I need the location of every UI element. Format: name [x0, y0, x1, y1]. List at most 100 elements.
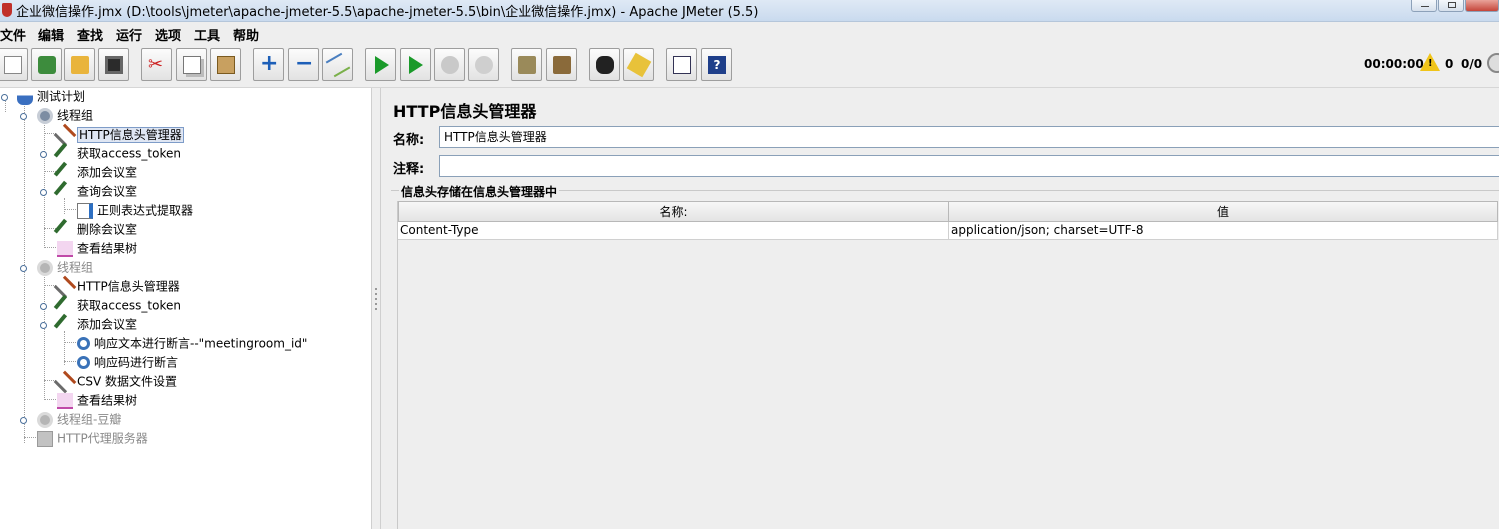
save-button[interactable] — [98, 48, 129, 81]
paste-button[interactable] — [210, 48, 241, 81]
clear-icon — [518, 56, 536, 74]
minimize-icon — [1421, 6, 1429, 7]
jmeter-app-icon — [2, 3, 12, 17]
test-plan-tree: 测试计划 线程组 HTTP信息头管理器 获取access_token 添加会议室… — [0, 88, 371, 529]
menu-file[interactable]: 文件 — [0, 25, 26, 44]
maximize-icon — [1448, 2, 1456, 8]
collapse-icon: − — [295, 51, 314, 76]
new-button[interactable] — [0, 48, 28, 81]
assertion-icon — [77, 356, 90, 369]
tree-toggle[interactable] — [20, 265, 27, 272]
tree-node-thread-group-douban[interactable]: 线程组-豆瓣 — [37, 410, 121, 428]
table-cell-value[interactable]: application/json; charset=UTF-8 — [949, 222, 1498, 240]
menu-bar: 文件 编辑 查找 运行 选项 工具 帮助 — [0, 22, 1499, 44]
menu-search[interactable]: 查找 — [77, 25, 103, 44]
function-helper-icon — [673, 56, 691, 74]
menu-edit[interactable]: 编辑 — [38, 25, 64, 44]
open-button[interactable] — [64, 48, 95, 81]
function-helper-button[interactable] — [666, 48, 697, 81]
expand-all-button[interactable]: + — [253, 48, 284, 81]
stop-button[interactable] — [434, 48, 465, 81]
tree-node-query-meeting-room[interactable]: 查询会议室 — [53, 180, 137, 203]
config-tool-icon — [53, 123, 77, 146]
listener-icon — [57, 240, 73, 257]
tree-toggle[interactable] — [40, 322, 47, 329]
toggle-icon — [325, 52, 351, 78]
tree-toggle[interactable] — [40, 189, 47, 196]
tree-node-http-header-manager-2[interactable]: HTTP信息头管理器 — [53, 275, 180, 298]
comment-label: 注释: — [393, 162, 425, 177]
cut-button[interactable]: ✂ — [141, 48, 172, 81]
tree-node-response-text-assertion[interactable]: 响应文本进行断言--"meetingroom_id" — [77, 334, 307, 352]
menu-help[interactable]: 帮助 — [233, 25, 259, 44]
templates-icon — [38, 56, 56, 74]
collapse-all-button[interactable]: − — [288, 48, 319, 81]
start-icon — [375, 56, 389, 74]
clear-button[interactable] — [511, 48, 542, 81]
split-pane-divider[interactable] — [371, 88, 381, 529]
sampler-icon — [53, 313, 77, 336]
window-title-bar: 企业微信操作.jmx (D:\tools\jmeter\apache-jmete… — [0, 0, 1499, 22]
tree-node-thread-group-1[interactable]: 线程组 — [37, 106, 93, 124]
sampler-icon — [53, 218, 77, 241]
clear-all-icon — [553, 56, 571, 74]
config-tool-icon — [53, 275, 77, 298]
new-icon — [4, 56, 22, 74]
tree-toggle[interactable] — [20, 113, 27, 120]
copy-button[interactable] — [176, 48, 207, 81]
toolbar: ✂ + − ? 00:00:00 ! 0 0/0 — [0, 44, 1499, 88]
reset-search-button[interactable] — [623, 48, 654, 81]
tree-node-thread-group-2[interactable]: 线程组 — [37, 258, 93, 276]
name-field[interactable]: HTTP信息头管理器 — [439, 126, 1499, 148]
close-button[interactable] — [1465, 0, 1499, 12]
thread-group-icon — [37, 259, 53, 276]
paste-icon — [217, 56, 235, 74]
minimize-button[interactable] — [1411, 0, 1437, 12]
toggle-button[interactable] — [322, 48, 353, 81]
tree-node-http-header-manager-1[interactable]: HTTP信息头管理器 — [53, 123, 184, 146]
tree-node-response-code-assertion[interactable]: 响应码进行断言 — [77, 353, 178, 371]
column-header-name[interactable]: 名称: — [398, 201, 949, 222]
tree-node-add-meeting-room-1[interactable]: 添加会议室 — [53, 161, 137, 184]
tree-node-http-proxy-server[interactable]: HTTP代理服务器 — [37, 429, 148, 447]
assertion-icon — [77, 337, 90, 350]
menu-run[interactable]: 运行 — [116, 25, 142, 44]
tree-node-delete-meeting-room[interactable]: 删除会议室 — [53, 218, 137, 241]
column-header-value[interactable]: 值 — [948, 201, 1498, 222]
config-tool-icon — [53, 370, 77, 393]
expand-icon: + — [260, 51, 279, 76]
menu-options[interactable]: 选项 — [155, 25, 181, 44]
shutdown-button[interactable] — [468, 48, 499, 81]
tree-node-view-results-tree-2[interactable]: 查看结果树 — [57, 391, 137, 409]
headers-group-title: 信息头存储在信息头管理器中 — [399, 183, 560, 200]
search-button[interactable] — [589, 48, 620, 81]
templates-button[interactable] — [31, 48, 62, 81]
start-button[interactable] — [365, 48, 396, 81]
table-cell-name[interactable]: Content-Type — [398, 222, 949, 240]
tree-node-test-plan[interactable]: 测试计划 — [17, 87, 85, 105]
tree-node-view-results-tree-1[interactable]: 查看结果树 — [57, 239, 137, 257]
start-no-pauses-button[interactable] — [400, 48, 431, 81]
tree-toggle[interactable] — [40, 303, 47, 310]
copy-icon — [183, 56, 201, 74]
help-button[interactable]: ? — [701, 48, 732, 81]
menu-tools[interactable]: 工具 — [194, 25, 220, 44]
start-no-pause-icon — [409, 56, 423, 74]
warning-mark: ! — [1428, 58, 1433, 69]
tree-toggle[interactable] — [1, 94, 8, 101]
tree-node-regex-extractor[interactable]: 正则表达式提取器 — [77, 201, 193, 219]
tree-node-add-meeting-room-2[interactable]: 添加会议室 — [53, 313, 137, 336]
tree-toggle[interactable] — [20, 417, 27, 424]
sampler-icon — [53, 161, 77, 184]
sampler-icon — [53, 294, 77, 317]
panel-title: HTTP信息头管理器 — [393, 102, 537, 121]
test-plan-icon — [17, 88, 33, 105]
comment-field[interactable] — [439, 155, 1499, 177]
maximize-button[interactable] — [1438, 0, 1464, 12]
tree-toggle[interactable] — [40, 151, 47, 158]
clear-all-button[interactable] — [546, 48, 577, 81]
tree-node-get-access-token-1[interactable]: 获取access_token — [53, 142, 181, 165]
stop-icon — [441, 56, 459, 74]
tree-node-csv-data-set[interactable]: CSV 数据文件设置 — [53, 370, 177, 393]
tree-node-get-access-token-2[interactable]: 获取access_token — [53, 294, 181, 317]
